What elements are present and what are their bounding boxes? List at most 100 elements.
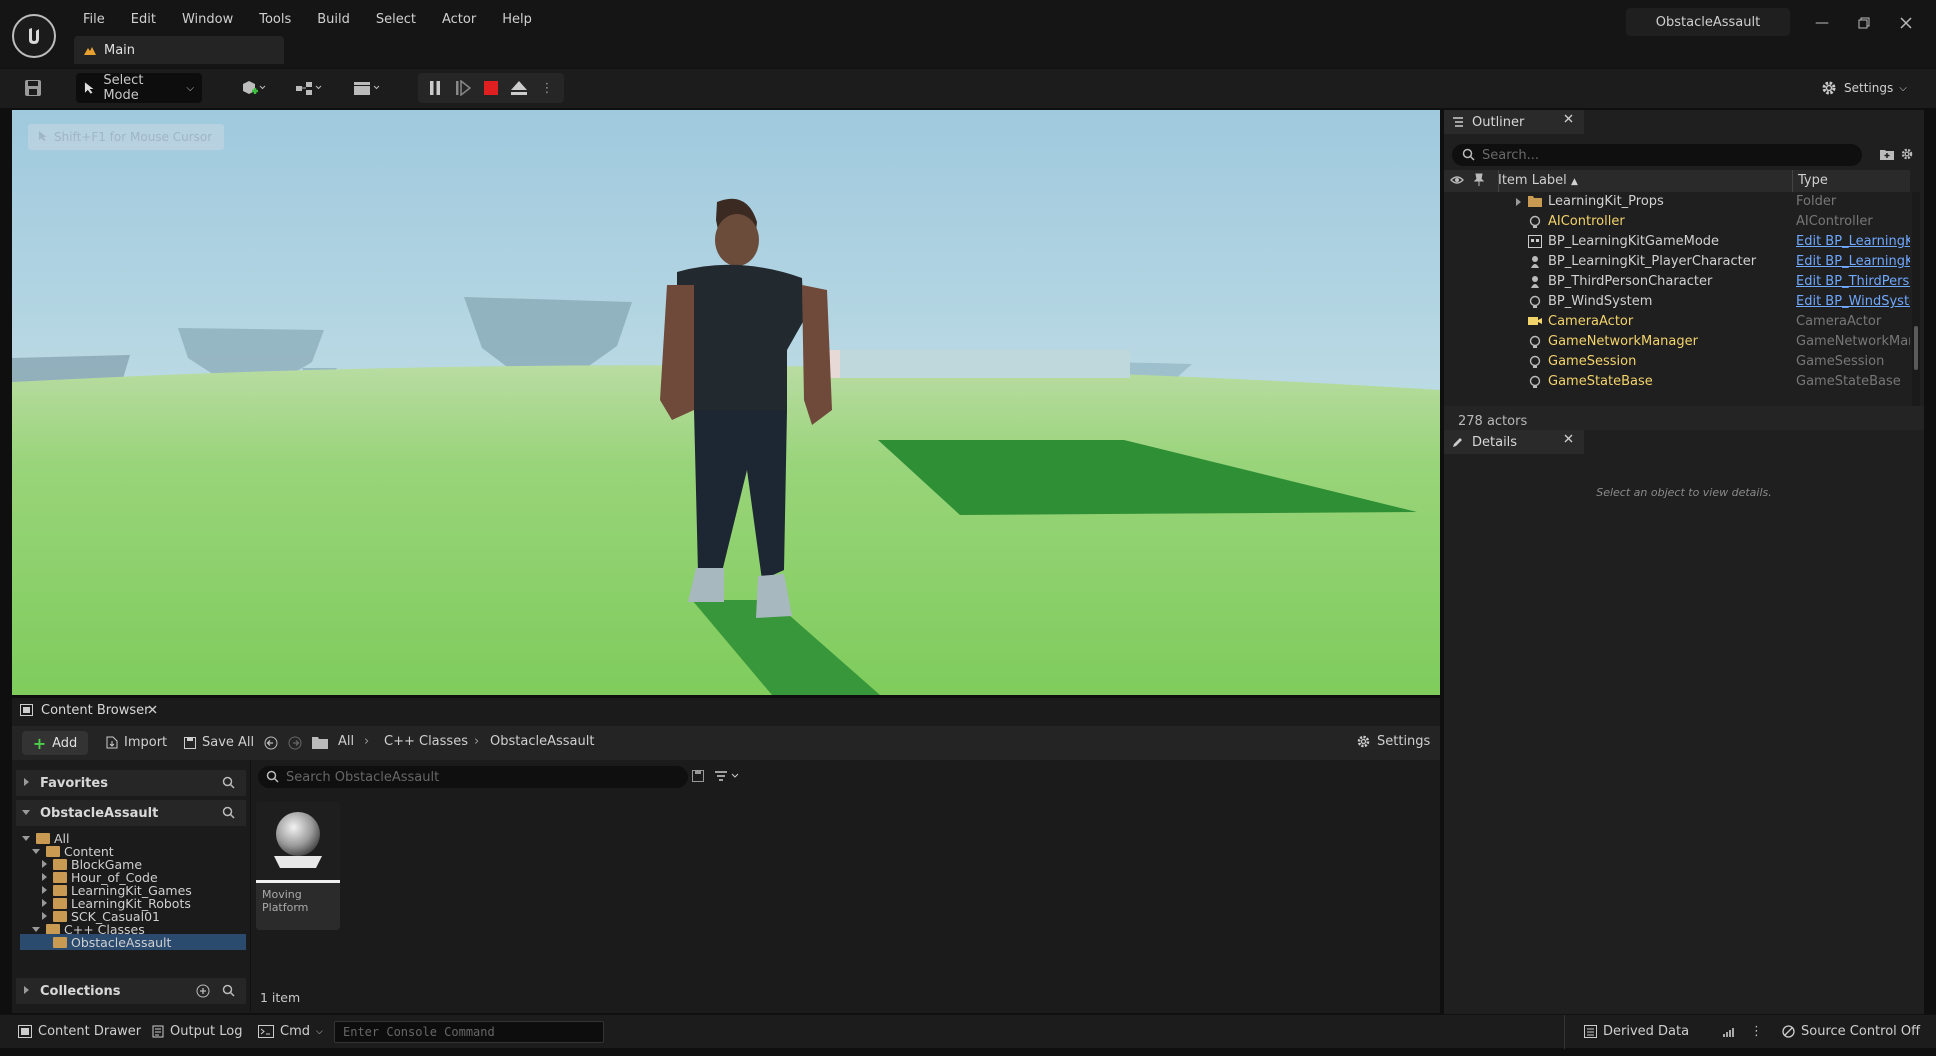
col-item-label[interactable]: Item Label ▲: [1498, 173, 1578, 188]
filter-icon[interactable]: [714, 770, 744, 783]
eject-icon[interactable]: [506, 73, 532, 103]
add-collection-icon[interactable]: [196, 984, 210, 998]
tab-outliner[interactable]: Outliner: [1444, 110, 1584, 134]
asset-search-input[interactable]: Search ObstacleAssault: [258, 766, 688, 788]
menu-window[interactable]: Window: [169, 8, 246, 32]
outliner-row[interactable]: BP_LearningKit_PlayerCharacter Edit BP_Le…: [1444, 252, 1910, 272]
outliner-row[interactable]: GameSession GameSession: [1444, 352, 1910, 372]
step-icon[interactable]: [450, 73, 476, 103]
minimize-icon[interactable]: —: [1802, 8, 1842, 38]
search-icon[interactable]: [222, 806, 235, 819]
asset-search-placeholder: Search ObstacleAssault: [286, 769, 440, 785]
source-control-button[interactable]: Source Control Off: [1782, 1024, 1920, 1039]
level-viewport[interactable]: Shift+F1 for Mouse Cursor: [12, 110, 1440, 695]
close-tab-icon[interactable]: [1564, 114, 1573, 123]
scrollbar-thumb[interactable]: [1914, 326, 1918, 370]
chevron-down-icon[interactable]: [32, 848, 40, 854]
outliner-row[interactable]: BP_ThirdPersonCharacter Edit BP_ThirdPers…: [1444, 272, 1910, 292]
edit-blueprint-link[interactable]: Edit BP_WindSystem: [1796, 294, 1910, 309]
close-tab-icon[interactable]: [148, 705, 157, 714]
menu-edit[interactable]: Edit: [118, 8, 169, 32]
chevron-right-icon[interactable]: [42, 899, 47, 907]
chevron-down-icon[interactable]: [22, 835, 30, 841]
asset-tile-moving-platform[interactable]: Moving Platform: [256, 802, 340, 930]
settings-button[interactable]: Settings ⌵: [1820, 73, 1907, 103]
chevron-down-icon[interactable]: [32, 926, 40, 932]
console-command-input[interactable]: Enter Console Command: [334, 1021, 604, 1043]
more-options-icon[interactable]: ⋮: [534, 73, 560, 103]
edit-blueprint-link[interactable]: Edit BP_ThirdPerso: [1796, 274, 1910, 289]
history-back-icon[interactable]: [264, 736, 278, 750]
outliner-row[interactable]: BP_WindSystem Edit BP_WindSystem: [1444, 292, 1910, 312]
edit-blueprint-link[interactable]: Edit BP_LearningKit: [1796, 234, 1910, 249]
import-label: Import: [124, 735, 168, 750]
save-search-icon[interactable]: [692, 770, 704, 782]
search-icon[interactable]: [222, 984, 235, 997]
history-forward-icon[interactable]: [288, 736, 302, 750]
chevron-right-icon[interactable]: [42, 860, 47, 868]
outliner-settings-icon[interactable]: [1900, 147, 1914, 161]
outliner-row[interactable]: AIController AIController: [1444, 212, 1910, 232]
new-folder-icon[interactable]: [1880, 148, 1894, 160]
save-all-button[interactable]: Save All: [184, 735, 254, 750]
outliner-scrollbar[interactable]: [1912, 192, 1920, 408]
plus-icon: +: [32, 733, 47, 753]
close-icon[interactable]: [1886, 8, 1926, 38]
tab-details[interactable]: Details: [1444, 430, 1584, 454]
output-log-button[interactable]: Output Log: [152, 1024, 243, 1039]
outliner-search-input[interactable]: Search...: [1452, 144, 1862, 166]
folder-browse-icon[interactable]: [312, 736, 328, 749]
content-settings-button[interactable]: Settings: [1356, 734, 1430, 749]
add-button[interactable]: + Add: [22, 731, 88, 755]
breadcrumb-all[interactable]: All: [338, 734, 354, 749]
stop-icon[interactable]: [478, 73, 504, 103]
menu-help[interactable]: Help: [489, 8, 545, 32]
level-tab-main[interactable]: Main: [74, 36, 284, 64]
project-section[interactable]: ObstacleAssault: [16, 800, 246, 826]
outliner-row[interactable]: GameStateBase GameStateBase: [1444, 372, 1910, 392]
add-actor-button[interactable]: [232, 73, 274, 103]
import-button[interactable]: Import: [106, 735, 167, 750]
more-options-icon[interactable]: ⋮: [1750, 1024, 1763, 1039]
col-type[interactable]: Type: [1798, 173, 1828, 188]
close-tab-icon[interactable]: [1564, 434, 1573, 443]
import-icon: [106, 736, 118, 749]
menu-file[interactable]: File: [70, 8, 118, 32]
cinematics-button[interactable]: [346, 73, 388, 103]
pin-icon[interactable]: [1474, 173, 1484, 187]
restore-icon[interactable]: [1844, 8, 1884, 38]
breadcrumb-obstacle-assault[interactable]: ObstacleAssault: [490, 734, 594, 749]
favorites-section[interactable]: Favorites: [16, 770, 246, 796]
menu-actor[interactable]: Actor: [429, 8, 489, 32]
outliner-row[interactable]: CameraActor CameraActor: [1444, 312, 1910, 332]
select-mode-dropdown[interactable]: Select Mode ⌵: [76, 73, 202, 103]
content-drawer-button[interactable]: Content Drawer: [18, 1024, 141, 1039]
outliner-row[interactable]: GameNetworkManager GameNetworkMana: [1444, 332, 1910, 352]
derived-data-button[interactable]: Derived Data: [1584, 1024, 1689, 1039]
pawn-icon: [1528, 275, 1542, 289]
visibility-eye-icon[interactable]: [1450, 174, 1464, 186]
clapper-icon: [354, 82, 380, 95]
menu-tools[interactable]: Tools: [246, 8, 304, 32]
cmd-dropdown[interactable]: Cmd ⌵: [258, 1024, 323, 1039]
menu-build[interactable]: Build: [304, 8, 363, 32]
outliner-row[interactable]: BP_LearningKitGameMode Edit BP_LearningKi…: [1444, 232, 1910, 252]
chevron-right-icon[interactable]: [42, 912, 47, 920]
chevron-right-icon[interactable]: [42, 886, 47, 894]
edit-blueprint-link[interactable]: Edit BP_LearningKi: [1796, 254, 1910, 269]
unreal-logo-icon[interactable]: [12, 14, 56, 58]
pause-icon[interactable]: [422, 73, 448, 103]
chevron-right-icon[interactable]: [42, 873, 47, 881]
outliner-row[interactable]: LearningKit_Props Folder: [1444, 192, 1910, 212]
folder-icon: [53, 910, 67, 922]
blueprints-button[interactable]: [288, 73, 330, 103]
search-icon[interactable]: [222, 776, 235, 789]
signal-icon[interactable]: [1722, 1025, 1736, 1039]
save-icon[interactable]: [18, 73, 48, 103]
tab-content-browser[interactable]: Content Browser: [12, 698, 162, 722]
chevron-right-icon[interactable]: [1516, 198, 1521, 206]
breadcrumb-cpp-classes[interactable]: C++ Classes: [384, 734, 468, 749]
menu-select[interactable]: Select: [363, 8, 429, 32]
collections-section[interactable]: Collections: [16, 978, 246, 1004]
tree-folder-item[interactable]: ObstacleAssault: [20, 934, 246, 950]
